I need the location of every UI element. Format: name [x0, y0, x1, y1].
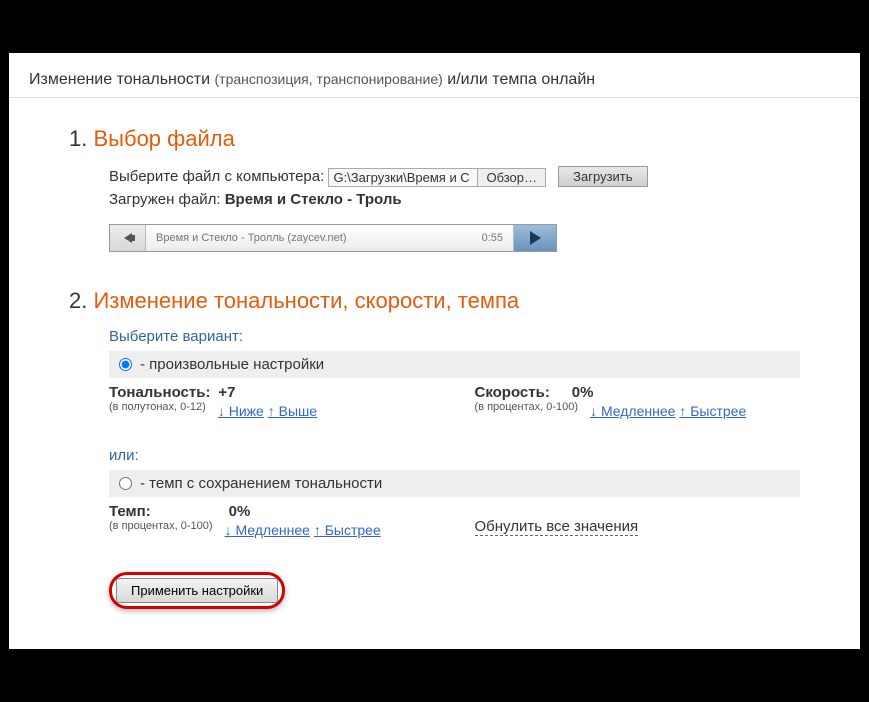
- reset-link[interactable]: Обнулить все значения: [475, 518, 639, 536]
- radio-tempo-label: - темп с сохранением тональности: [140, 475, 382, 492]
- speed-down-link[interactable]: ↓ Медленнее: [590, 403, 675, 419]
- apply-highlight: Применить настройки: [109, 572, 285, 609]
- page-header: Изменение тональности (транспозиция, тра…: [9, 53, 860, 98]
- upload-button[interactable]: Загрузить: [558, 166, 647, 187]
- radio-row-custom[interactable]: - произвольные настройки: [109, 351, 800, 378]
- volume-button[interactable]: [110, 225, 146, 251]
- apply-button[interactable]: Применить настройки: [116, 578, 278, 603]
- tempo-value: 0%: [229, 503, 251, 520]
- choose-file-label: Выберите файл с компьютера:: [109, 168, 324, 185]
- file-input[interactable]: G:\Загрузки\Время и С Обзор…: [328, 168, 546, 187]
- tempo-block: Темп: 0% (в процентах, 0-100) ↓ Медленне…: [109, 503, 435, 538]
- radio-row-tempo[interactable]: - темп с сохранением тональности: [109, 470, 800, 497]
- speed-block: Скорость: 0% (в процентах, 0-100) ↓ Медл…: [475, 384, 801, 419]
- file-path: G:\Загрузки\Время и С: [328, 168, 478, 187]
- play-button[interactable]: [514, 225, 556, 251]
- tempo-up-link[interactable]: ↑ Быстрее: [314, 522, 381, 538]
- player-time: 0:55: [482, 232, 503, 244]
- tone-down-link[interactable]: ↓ Ниже: [218, 403, 264, 419]
- radio-custom[interactable]: [119, 358, 132, 371]
- header-suffix: и/или темпа онлайн: [447, 71, 595, 88]
- loaded-file-prefix: Загружен файл:: [109, 191, 221, 208]
- tempo-label: Темп:: [109, 503, 151, 520]
- tone-block: Тональность: +7 (в полутонах, 0-12) ↓ Ни…: [109, 384, 435, 419]
- header-prefix: Изменение тональности: [29, 71, 210, 88]
- section-2-title: Изменение тональности, скорости, темпа: [93, 288, 519, 313]
- speed-up-link[interactable]: ↑ Быстрее: [679, 403, 746, 419]
- section-2-num: 2.: [69, 288, 87, 313]
- player-track-bar[interactable]: Время и Стекло - Тролль (zaycev.net) 0:5…: [146, 225, 514, 251]
- audio-player[interactable]: Время и Стекло - Тролль (zaycev.net) 0:5…: [109, 224, 557, 252]
- tempo-hint: (в процентах, 0-100): [109, 520, 213, 532]
- section-1-num: 1.: [69, 126, 87, 151]
- player-track-title: Время и Стекло - Тролль (zaycev.net): [156, 232, 347, 244]
- tempo-down-link[interactable]: ↓ Медленнее: [225, 522, 310, 538]
- or-label: или:: [109, 447, 800, 464]
- speed-value: 0%: [572, 384, 594, 401]
- tone-value: +7: [218, 384, 235, 401]
- tone-label: Тональность:: [109, 384, 210, 401]
- play-icon: [530, 231, 541, 245]
- tone-hint: (в полутонах, 0-12): [109, 401, 206, 413]
- section-2-heading: 2. Изменение тональности, скорости, темп…: [69, 288, 800, 314]
- loaded-file-name: Время и Стекло - Троль: [225, 191, 402, 208]
- header-paren: (транспозиция, транспонирование): [215, 71, 443, 87]
- section-1-title: Выбор файла: [93, 126, 234, 151]
- section-1-heading: 1. Выбор файла: [69, 126, 800, 152]
- radio-custom-label: - произвольные настройки: [140, 356, 324, 373]
- speaker-icon: [124, 233, 132, 243]
- reset-block: Обнулить все значения: [475, 503, 801, 538]
- speed-label: Скорость:: [475, 384, 550, 401]
- choose-variant-label: Выберите вариант:: [109, 328, 800, 345]
- tone-up-link[interactable]: ↑ Выше: [268, 403, 317, 419]
- speed-hint: (в процентах, 0-100): [475, 401, 579, 413]
- main-panel: Изменение тональности (транспозиция, тра…: [9, 53, 860, 649]
- radio-tempo[interactable]: [119, 477, 132, 490]
- browse-button[interactable]: Обзор…: [478, 168, 546, 187]
